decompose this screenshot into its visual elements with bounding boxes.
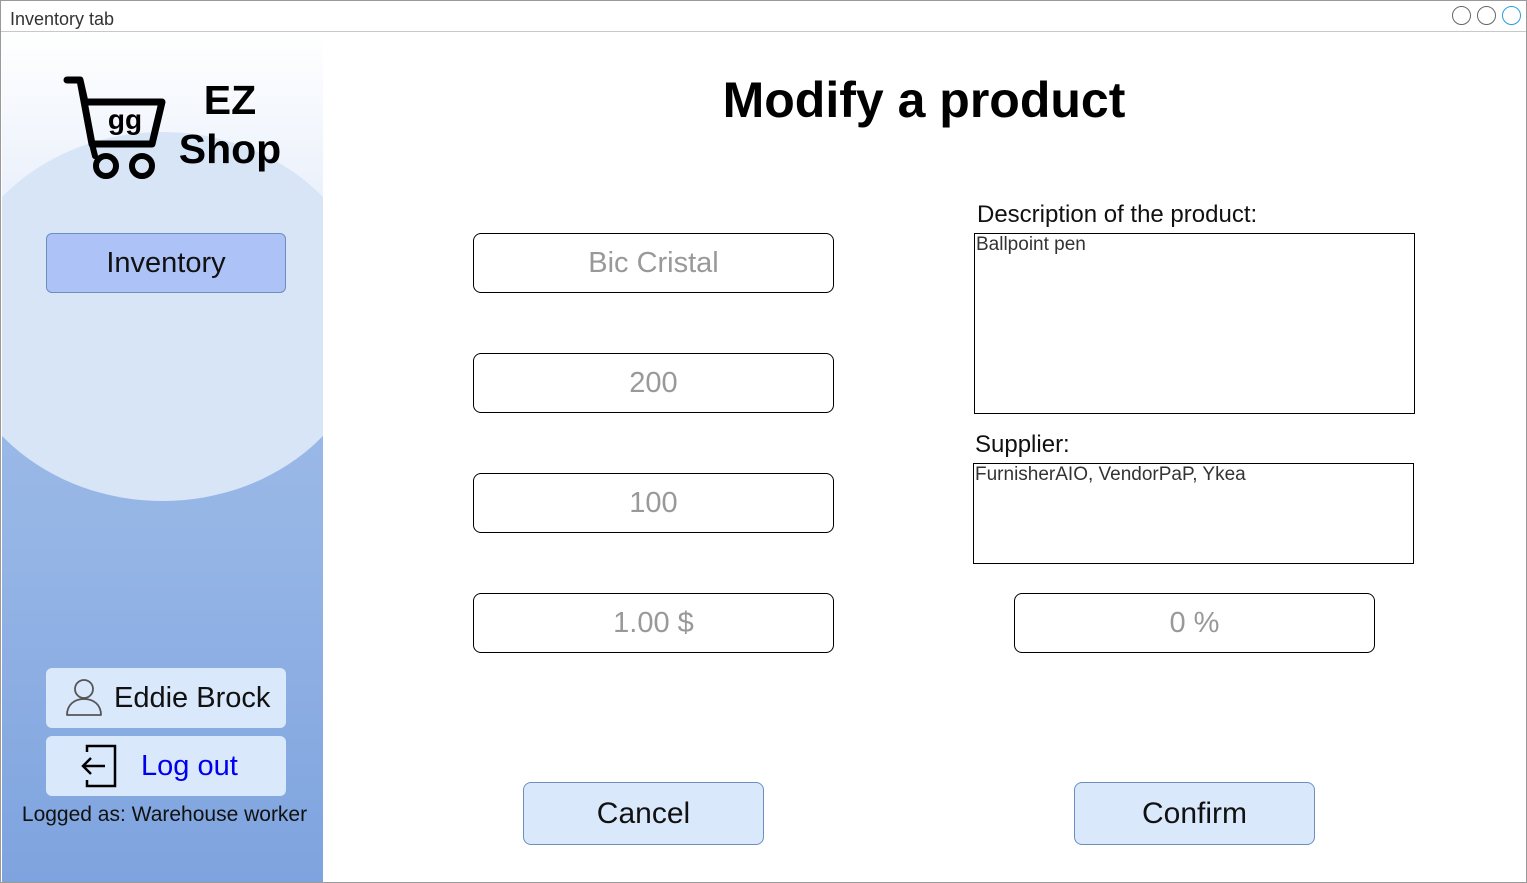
cart-logo-text: gg [108, 104, 142, 135]
product-name-field[interactable]: Bic Cristal [473, 233, 834, 293]
supplier-label: Supplier: [975, 431, 1070, 458]
sidebar: gg EZ Shop Inventory Eddie Brock Log out… [2, 32, 323, 882]
inventory-nav-button[interactable]: Inventory [46, 233, 286, 293]
app-window: Inventory tab gg EZ Shop Inventory Eddie… [0, 0, 1527, 883]
confirm-button[interactable]: Confirm [1074, 782, 1315, 845]
price-field[interactable]: 1.00 $ [473, 593, 834, 653]
user-name: Eddie Brock [114, 682, 271, 714]
logo-text-shop: Shop [178, 126, 282, 172]
supplier-textarea[interactable]: FurnisherAIO, VendorPaP, Ykea [973, 463, 1414, 564]
discount-field[interactable]: 0 % [1014, 593, 1375, 653]
cancel-button[interactable]: Cancel [523, 782, 764, 845]
logged-as-text: Logged as: Warehouse worker [21, 803, 308, 826]
logout-label: Log out [141, 750, 238, 782]
maximize-button[interactable] [1477, 6, 1496, 25]
close-button[interactable] [1502, 6, 1521, 25]
page-title: Modify a product [722, 72, 1126, 128]
logo-text-ez: EZ [203, 77, 257, 123]
window-title: Inventory tab [10, 9, 115, 29]
position-field[interactable]: 100 [473, 473, 834, 533]
title-bar: Inventory tab [1, 1, 1526, 32]
description-textarea[interactable]: Ballpoint pen [974, 233, 1415, 414]
logout-button[interactable]: Log out [46, 736, 286, 796]
minimize-button[interactable] [1452, 6, 1471, 25]
user-profile[interactable]: Eddie Brock [46, 668, 286, 728]
cart-icon: gg [63, 76, 166, 179]
logout-icon [81, 744, 117, 788]
user-icon [66, 679, 102, 716]
quantity-field[interactable]: 200 [473, 353, 834, 413]
sidebar-wave-background [2, 132, 323, 501]
description-label: Description of the product: [977, 201, 1258, 228]
